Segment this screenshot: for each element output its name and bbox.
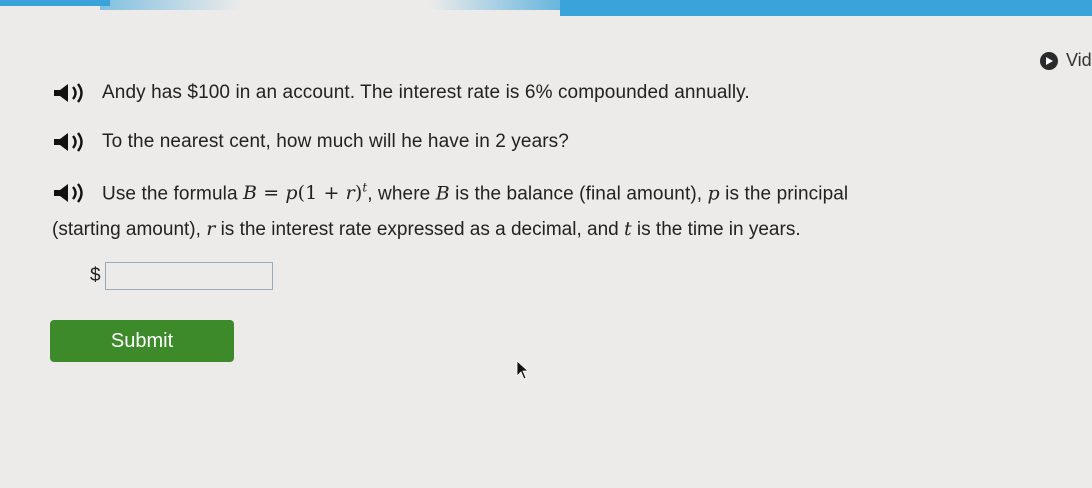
formula-intro: Use the formula	[102, 183, 238, 205]
formula-paren: (1 +	[297, 182, 346, 205]
top-bar-left	[0, 0, 110, 6]
answer-input[interactable]	[104, 262, 273, 290]
var-t: t	[624, 218, 632, 240]
formula-equals: =	[257, 182, 286, 205]
var-b: B	[435, 182, 450, 205]
def-r: is the interest rate expressed as a deci…	[220, 219, 619, 240]
speaker-icon[interactable]	[52, 82, 92, 104]
answer-row: $	[90, 262, 273, 290]
submit-button[interactable]: Submit	[50, 320, 234, 362]
problem-line-1: Andy has $100 in an account. The interes…	[52, 82, 750, 104]
var-r: r	[206, 218, 216, 240]
formula-var-p: p	[285, 182, 298, 205]
def-b: is the balance (final amount),	[455, 183, 703, 205]
mouse-cursor-icon	[516, 360, 530, 385]
formula-var-b: B	[243, 182, 258, 205]
def-t: is the time in years.	[636, 219, 801, 240]
problem-text-2: To the nearest cent, how much will he ha…	[102, 131, 569, 152]
starting-amount-text: (starting amount),	[52, 219, 201, 240]
video-label: Vide	[1066, 50, 1092, 70]
problem-line-3: Use the formula B = p(1 + r)t, where B i…	[52, 181, 848, 205]
formula: B = p(1 + r)t	[243, 181, 367, 205]
video-link[interactable]: Vide	[1040, 50, 1092, 71]
problem-text-3: Use the formula B = p(1 + r)t, where B i…	[102, 181, 848, 205]
currency-symbol: $	[90, 265, 101, 286]
play-icon	[1040, 51, 1058, 70]
where-text: , where	[367, 183, 431, 205]
speaker-icon[interactable]	[52, 182, 92, 204]
top-bar-fade	[100, 0, 570, 10]
formula-var-r: r	[345, 182, 355, 205]
def-p: is the principal	[725, 183, 849, 205]
problem-text-1: Andy has $100 in an account. The interes…	[102, 82, 750, 103]
speaker-icon[interactable]	[52, 131, 92, 153]
top-bar-right	[560, 0, 1092, 16]
problem-line-2: To the nearest cent, how much will he ha…	[52, 131, 569, 153]
var-p: p	[707, 182, 720, 205]
problem-line-4: (starting amount), r is the interest rat…	[52, 218, 801, 241]
